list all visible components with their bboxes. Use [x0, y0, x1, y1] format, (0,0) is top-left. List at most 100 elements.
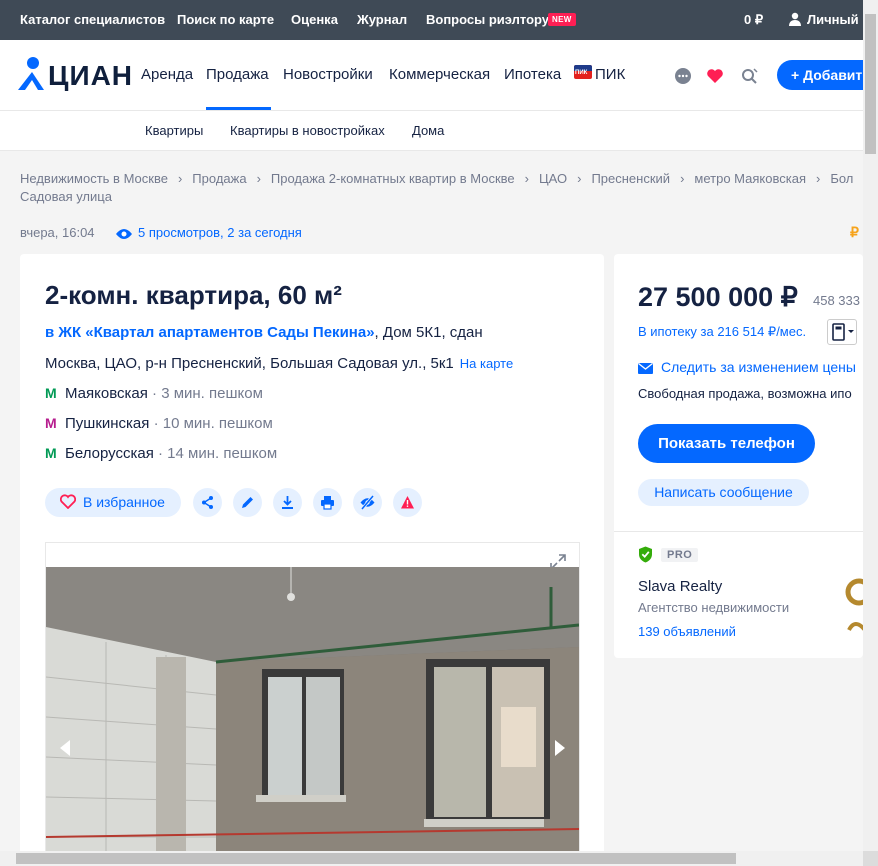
price-history-icon[interactable]: ₽	[850, 224, 859, 241]
nav-mortgage[interactable]: Ипотека	[504, 66, 561, 83]
breadcrumb-item-street[interactable]: Садовая улица	[20, 189, 112, 204]
main-header: ЦИАН Аренда Продажа Новостройки Коммерче…	[0, 40, 863, 111]
chat-icon[interactable]	[674, 67, 692, 85]
scrollbar-corner	[863, 851, 878, 866]
print-button[interactable]	[313, 488, 342, 517]
horizontal-scrollbar[interactable]	[0, 851, 863, 866]
complex-details: , Дом 5К1, сдан	[374, 324, 483, 341]
nav-pik[interactable]: ПИК	[595, 66, 625, 83]
balance[interactable]: 0 ₽	[744, 12, 763, 28]
agency-listings-link[interactable]: 139 объявлений	[638, 624, 736, 639]
user-icon	[789, 12, 801, 29]
verified-shield-icon	[638, 546, 653, 566]
on-map-link[interactable]: На карте	[460, 356, 513, 371]
active-nav-indicator	[206, 107, 271, 110]
hide-icon	[360, 495, 375, 510]
metro-name: Пушкинская	[65, 415, 150, 432]
envelope-icon	[638, 361, 653, 377]
metro-station[interactable]: M Маяковская · 3 мин. пешком	[45, 385, 263, 402]
logo-text: ЦИАН	[48, 60, 134, 91]
topbar-link-specialists[interactable]: Каталог специалистов	[20, 12, 165, 27]
download-button[interactable]	[273, 488, 302, 517]
top-bar: Каталог специалистов Поиск по карте Оцен…	[0, 0, 863, 40]
edit-icon	[242, 497, 253, 508]
edit-button[interactable]	[233, 488, 262, 517]
print-icon	[321, 496, 334, 510]
write-message-button[interactable]: Написать сообщение	[638, 479, 809, 506]
breadcrumb-item[interactable]: Бол	[830, 171, 853, 186]
metro-walk-time: · 14 мин. пешком	[158, 445, 278, 462]
listing-photo[interactable]	[46, 567, 579, 866]
saved-search-icon[interactable]	[741, 67, 759, 85]
metro-icon: M	[45, 445, 57, 461]
subnav-apartments[interactable]: Квартиры	[145, 123, 203, 138]
mortgage-calculator-button[interactable]	[827, 319, 857, 345]
show-phone-button[interactable]: Показать телефон	[638, 424, 815, 463]
topbar-link-journal[interactable]: Журнал	[357, 12, 407, 27]
account-link[interactable]: Личный к	[807, 12, 863, 27]
metro-icon: M	[45, 415, 57, 431]
metro-name: Маяковская	[65, 385, 148, 402]
subnav-houses[interactable]: Дома	[412, 123, 444, 138]
breadcrumb-item[interactable]: Продажа	[192, 171, 246, 186]
price-card: 27 500 000 ₽ 458 333 В ипотеку за 216 51…	[614, 254, 863, 658]
metro-icon: M	[45, 385, 57, 401]
cian-logo[interactable]: ЦИАН	[16, 54, 134, 94]
logo-pin-icon	[18, 57, 44, 90]
price: 27 500 000 ₽	[638, 282, 798, 312]
nav-new-buildings[interactable]: Новостройки	[283, 66, 373, 83]
complex-link[interactable]: в ЖК «Квартал апартаментов Сады Пекина»	[45, 324, 375, 341]
nav-commercial[interactable]: Коммерческая	[389, 66, 490, 83]
divider	[614, 531, 863, 532]
gallery-prev-arrow-icon[interactable]	[58, 739, 72, 760]
breadcrumb-item[interactable]: Недвижимость в Москве	[20, 171, 168, 186]
share-button[interactable]	[193, 488, 222, 517]
heart-icon	[59, 494, 77, 512]
breadcrumb-item[interactable]: Продажа 2-комнатных квартир в Москве	[271, 171, 515, 186]
follow-price-link[interactable]: Следить за изменением цены	[638, 359, 856, 377]
vertical-scroll-thumb[interactable]	[865, 14, 876, 154]
mortgage-link[interactable]: В ипотеку за 216 514 ₽/мес.	[638, 324, 806, 340]
breadcrumb-item[interactable]: метро Маяковская	[694, 171, 806, 186]
agency-type: Агентство недвижимости	[638, 600, 790, 615]
listing-card: 2-комн. квартира, 60 м² в ЖК «Квартал ап…	[20, 254, 604, 866]
subnav-new-apartments[interactable]: Квартиры в новостройках	[230, 123, 385, 138]
topbar-link-map-search[interactable]: Поиск по карте	[177, 12, 274, 27]
vertical-scrollbar[interactable]	[863, 0, 878, 851]
metro-station[interactable]: M Белорусская · 14 мин. пешком	[45, 445, 277, 462]
metro-station[interactable]: M Пушкинская · 10 мин. пешком	[45, 415, 273, 432]
metro-walk-time: · 3 мин. пешком	[152, 385, 263, 402]
new-badge: NEW	[548, 13, 576, 26]
listing-title: 2-комн. квартира, 60 м²	[45, 280, 342, 310]
agency-name[interactable]: Slava Realty	[638, 578, 722, 595]
views-counter[interactable]: 5 просмотров, 2 за сегодня	[116, 225, 302, 243]
add-to-favorites-button[interactable]: В избранное	[45, 488, 181, 517]
address-line: Москва, ЦАО, р-н Пресненский, Большая Са…	[45, 355, 513, 372]
eye-icon	[116, 228, 132, 243]
share-icon	[202, 496, 213, 509]
address: Москва, ЦАО, р-н Пресненский, Большая Са…	[45, 355, 454, 372]
published-date: вчера, 16:04	[20, 225, 95, 240]
agency-logo-icon[interactable]	[845, 570, 863, 640]
favorites-heart-icon[interactable]	[706, 67, 724, 85]
favorites-label: В избранное	[83, 494, 165, 510]
topbar-link-realtor-questions[interactable]: Вопросы риэлтору	[426, 12, 549, 27]
gallery-next-arrow-icon[interactable]	[553, 739, 567, 760]
add-listing-button[interactable]: + Добавит	[777, 60, 863, 90]
room-photo-image	[46, 567, 579, 866]
nav-sale[interactable]: Продажа	[206, 66, 269, 83]
hide-button[interactable]	[353, 488, 382, 517]
views-text: 5 просмотров, 2 за сегодня	[138, 225, 302, 240]
metro-walk-time: · 10 мин. пешком	[153, 415, 273, 432]
topbar-link-valuation[interactable]: Оценка	[291, 12, 338, 27]
calculator-icon	[832, 323, 854, 341]
photo-gallery[interactable]	[45, 542, 580, 866]
pik-logo-icon: ПИК	[574, 65, 592, 79]
follow-price-label: Следить за изменением цены	[661, 359, 856, 375]
horizontal-scroll-thumb[interactable]	[16, 853, 736, 864]
breadcrumb-item[interactable]: ЦАО	[539, 171, 567, 186]
breadcrumb-item[interactable]: Пресненский	[591, 171, 670, 186]
nav-rent[interactable]: Аренда	[141, 66, 193, 83]
sale-type: Свободная продажа, возможна ипо	[638, 386, 852, 401]
complain-button[interactable]	[393, 488, 422, 517]
